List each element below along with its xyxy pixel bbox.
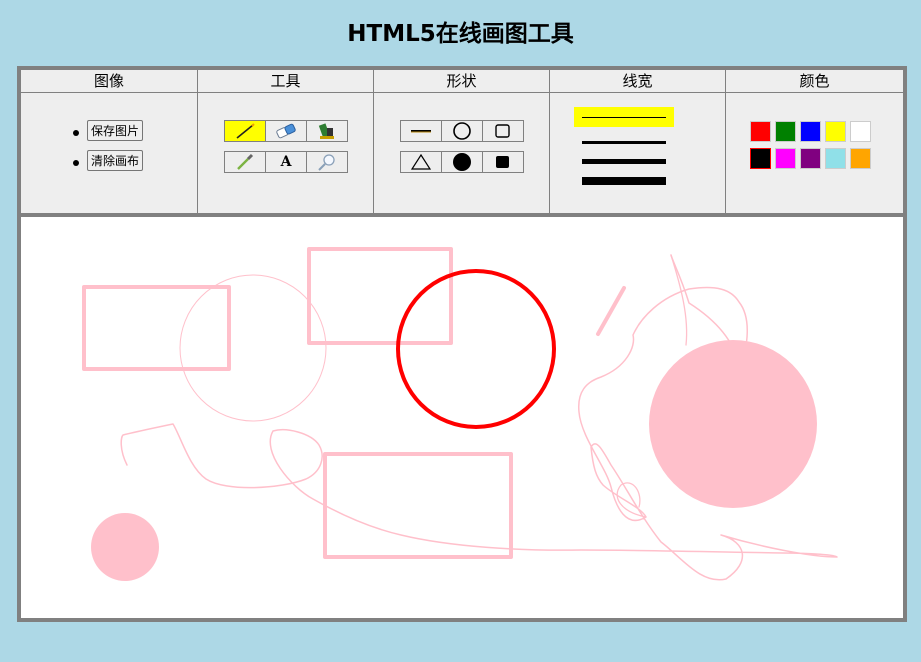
drawing-app-frame: 图像 保存图片 清除画布 工具 A 形状 线宽 颜色	[17, 66, 907, 622]
filled-rectangle-icon	[496, 156, 509, 168]
color-swatch[interactable]	[800, 121, 821, 142]
filled-rectangle-shape-button[interactable]	[482, 151, 524, 173]
clear-canvas-button[interactable]: 清除画布	[87, 150, 144, 171]
paint-bucket-tool-button[interactable]	[306, 120, 348, 142]
save-image-button[interactable]: 保存图片	[87, 120, 144, 141]
circle-shape-button[interactable]	[441, 120, 483, 142]
line-width-sample	[582, 140, 666, 144]
color-swatch[interactable]	[850, 121, 871, 142]
toolbar: 图像 保存图片 清除画布 工具 A 形状 线宽 颜色	[21, 70, 903, 217]
drawn-filled-circle	[91, 513, 159, 581]
filled-circle-shape-button[interactable]	[441, 151, 483, 173]
line-width-sample	[582, 177, 666, 185]
color-swatch[interactable]	[750, 148, 771, 169]
shapes-column: 形状	[374, 70, 550, 213]
line-width-option-3[interactable]	[574, 132, 674, 152]
paint-bucket-icon	[318, 123, 334, 139]
pencil-icon	[236, 123, 255, 139]
shapes-grid	[400, 120, 524, 173]
color-palette	[750, 121, 871, 169]
line-width-option-8[interactable]	[574, 171, 674, 191]
drawn-red-circle	[396, 269, 556, 429]
image-column: 图像 保存图片 清除画布	[21, 70, 198, 213]
line-width-option-1[interactable]	[574, 107, 674, 127]
shapes-column-header: 形状	[374, 70, 549, 93]
rectangle-shape-button[interactable]	[482, 120, 524, 142]
tools-grid: A	[224, 120, 348, 173]
color-swatch[interactable]	[850, 148, 871, 169]
colors-column: 颜色	[726, 70, 903, 213]
rectangle-outline-icon	[495, 124, 510, 138]
magnifier-tool-button[interactable]	[306, 151, 348, 173]
line-width-column-header: 线宽	[550, 70, 725, 93]
bullet-icon	[73, 130, 79, 136]
line-width-sample	[582, 158, 666, 164]
colors-column-header: 颜色	[726, 70, 903, 93]
color-swatch[interactable]	[750, 121, 771, 142]
drawn-line	[596, 286, 626, 336]
eraser-icon	[276, 123, 296, 139]
text-tool-icon: A	[280, 154, 292, 170]
magnifier-icon	[318, 154, 335, 171]
text-tool-button[interactable]: A	[265, 151, 307, 173]
drawn-rectangle	[307, 247, 453, 345]
eyedropper-tool-button[interactable]	[224, 151, 266, 173]
line-width-sample	[582, 116, 666, 118]
circle-outline-icon	[453, 122, 471, 140]
line-shape-button[interactable]	[400, 120, 442, 142]
line-width-column: 线宽	[550, 70, 726, 213]
bullet-icon	[73, 160, 79, 166]
drawn-rectangle	[82, 285, 231, 371]
color-swatch[interactable]	[825, 148, 846, 169]
eyedropper-icon	[237, 153, 254, 170]
line-width-option-5[interactable]	[574, 151, 674, 171]
app-title: HTML5在线画图工具	[347, 21, 574, 47]
drawn-circle	[179, 274, 327, 422]
drawn-freehand-stroke	[670, 254, 688, 346]
triangle-shape-button[interactable]	[400, 151, 442, 173]
image-column-header: 图像	[21, 70, 197, 93]
color-swatch[interactable]	[775, 148, 796, 169]
color-swatch[interactable]	[800, 148, 821, 169]
tools-column-header: 工具	[198, 70, 373, 93]
color-swatch[interactable]	[825, 121, 846, 142]
tools-column: 工具 A	[198, 70, 374, 213]
color-swatch[interactable]	[775, 121, 796, 142]
eraser-tool-button[interactable]	[265, 120, 307, 142]
drawn-filled-circle	[649, 340, 817, 508]
filled-circle-icon	[453, 153, 471, 171]
pencil-tool-button[interactable]	[224, 120, 266, 142]
drawing-canvas[interactable]	[21, 217, 903, 618]
drawn-rectangle	[323, 452, 513, 559]
triangle-outline-icon	[410, 153, 432, 170]
line-shape-icon	[411, 130, 431, 133]
